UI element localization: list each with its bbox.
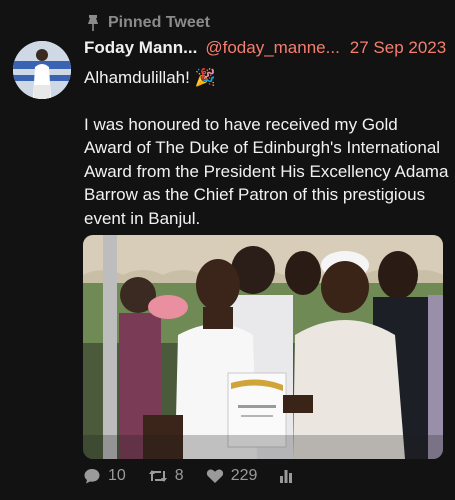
retweet-icon — [148, 470, 167, 482]
pinned-text: Pinned Tweet — [108, 14, 210, 31]
pinned-tweet-label: Pinned Tweet — [86, 14, 210, 32]
pin-icon — [88, 15, 98, 31]
retweet-button[interactable]: 8 — [148, 467, 184, 485]
award-photo — [83, 235, 443, 459]
tweet-body: Alhamdulillah! 🎉 I was honoured to have … — [84, 66, 449, 230]
reply-count: 10 — [108, 467, 126, 484]
heart-icon — [206, 469, 223, 483]
like-button[interactable]: 229 — [206, 467, 258, 485]
tweet-line-1: Alhamdulillah! 🎉 — [84, 68, 216, 87]
author-handle[interactable]: @foday_manne... — [205, 38, 339, 58]
analytics-icon — [280, 470, 293, 483]
analytics-button[interactable] — [279, 468, 293, 484]
like-count: 229 — [230, 467, 258, 484]
tweet-header: Foday Mann... @foday_manne... 27 Sep 202… — [84, 38, 446, 58]
reply-button[interactable]: 10 — [83, 467, 126, 485]
avatar[interactable] — [13, 41, 71, 99]
tweet-photo[interactable] — [83, 235, 443, 459]
author-name[interactable]: Foday Mann... — [84, 38, 197, 58]
tweet-paragraph: I was honoured to have received my Gold … — [84, 114, 449, 228]
tweet-actions: 10 8 229 — [83, 467, 293, 485]
avatar-image — [13, 41, 71, 99]
tweet-date[interactable]: 27 Sep 2023 — [350, 38, 446, 58]
reply-icon — [84, 469, 100, 484]
retweet-count: 8 — [174, 467, 184, 484]
